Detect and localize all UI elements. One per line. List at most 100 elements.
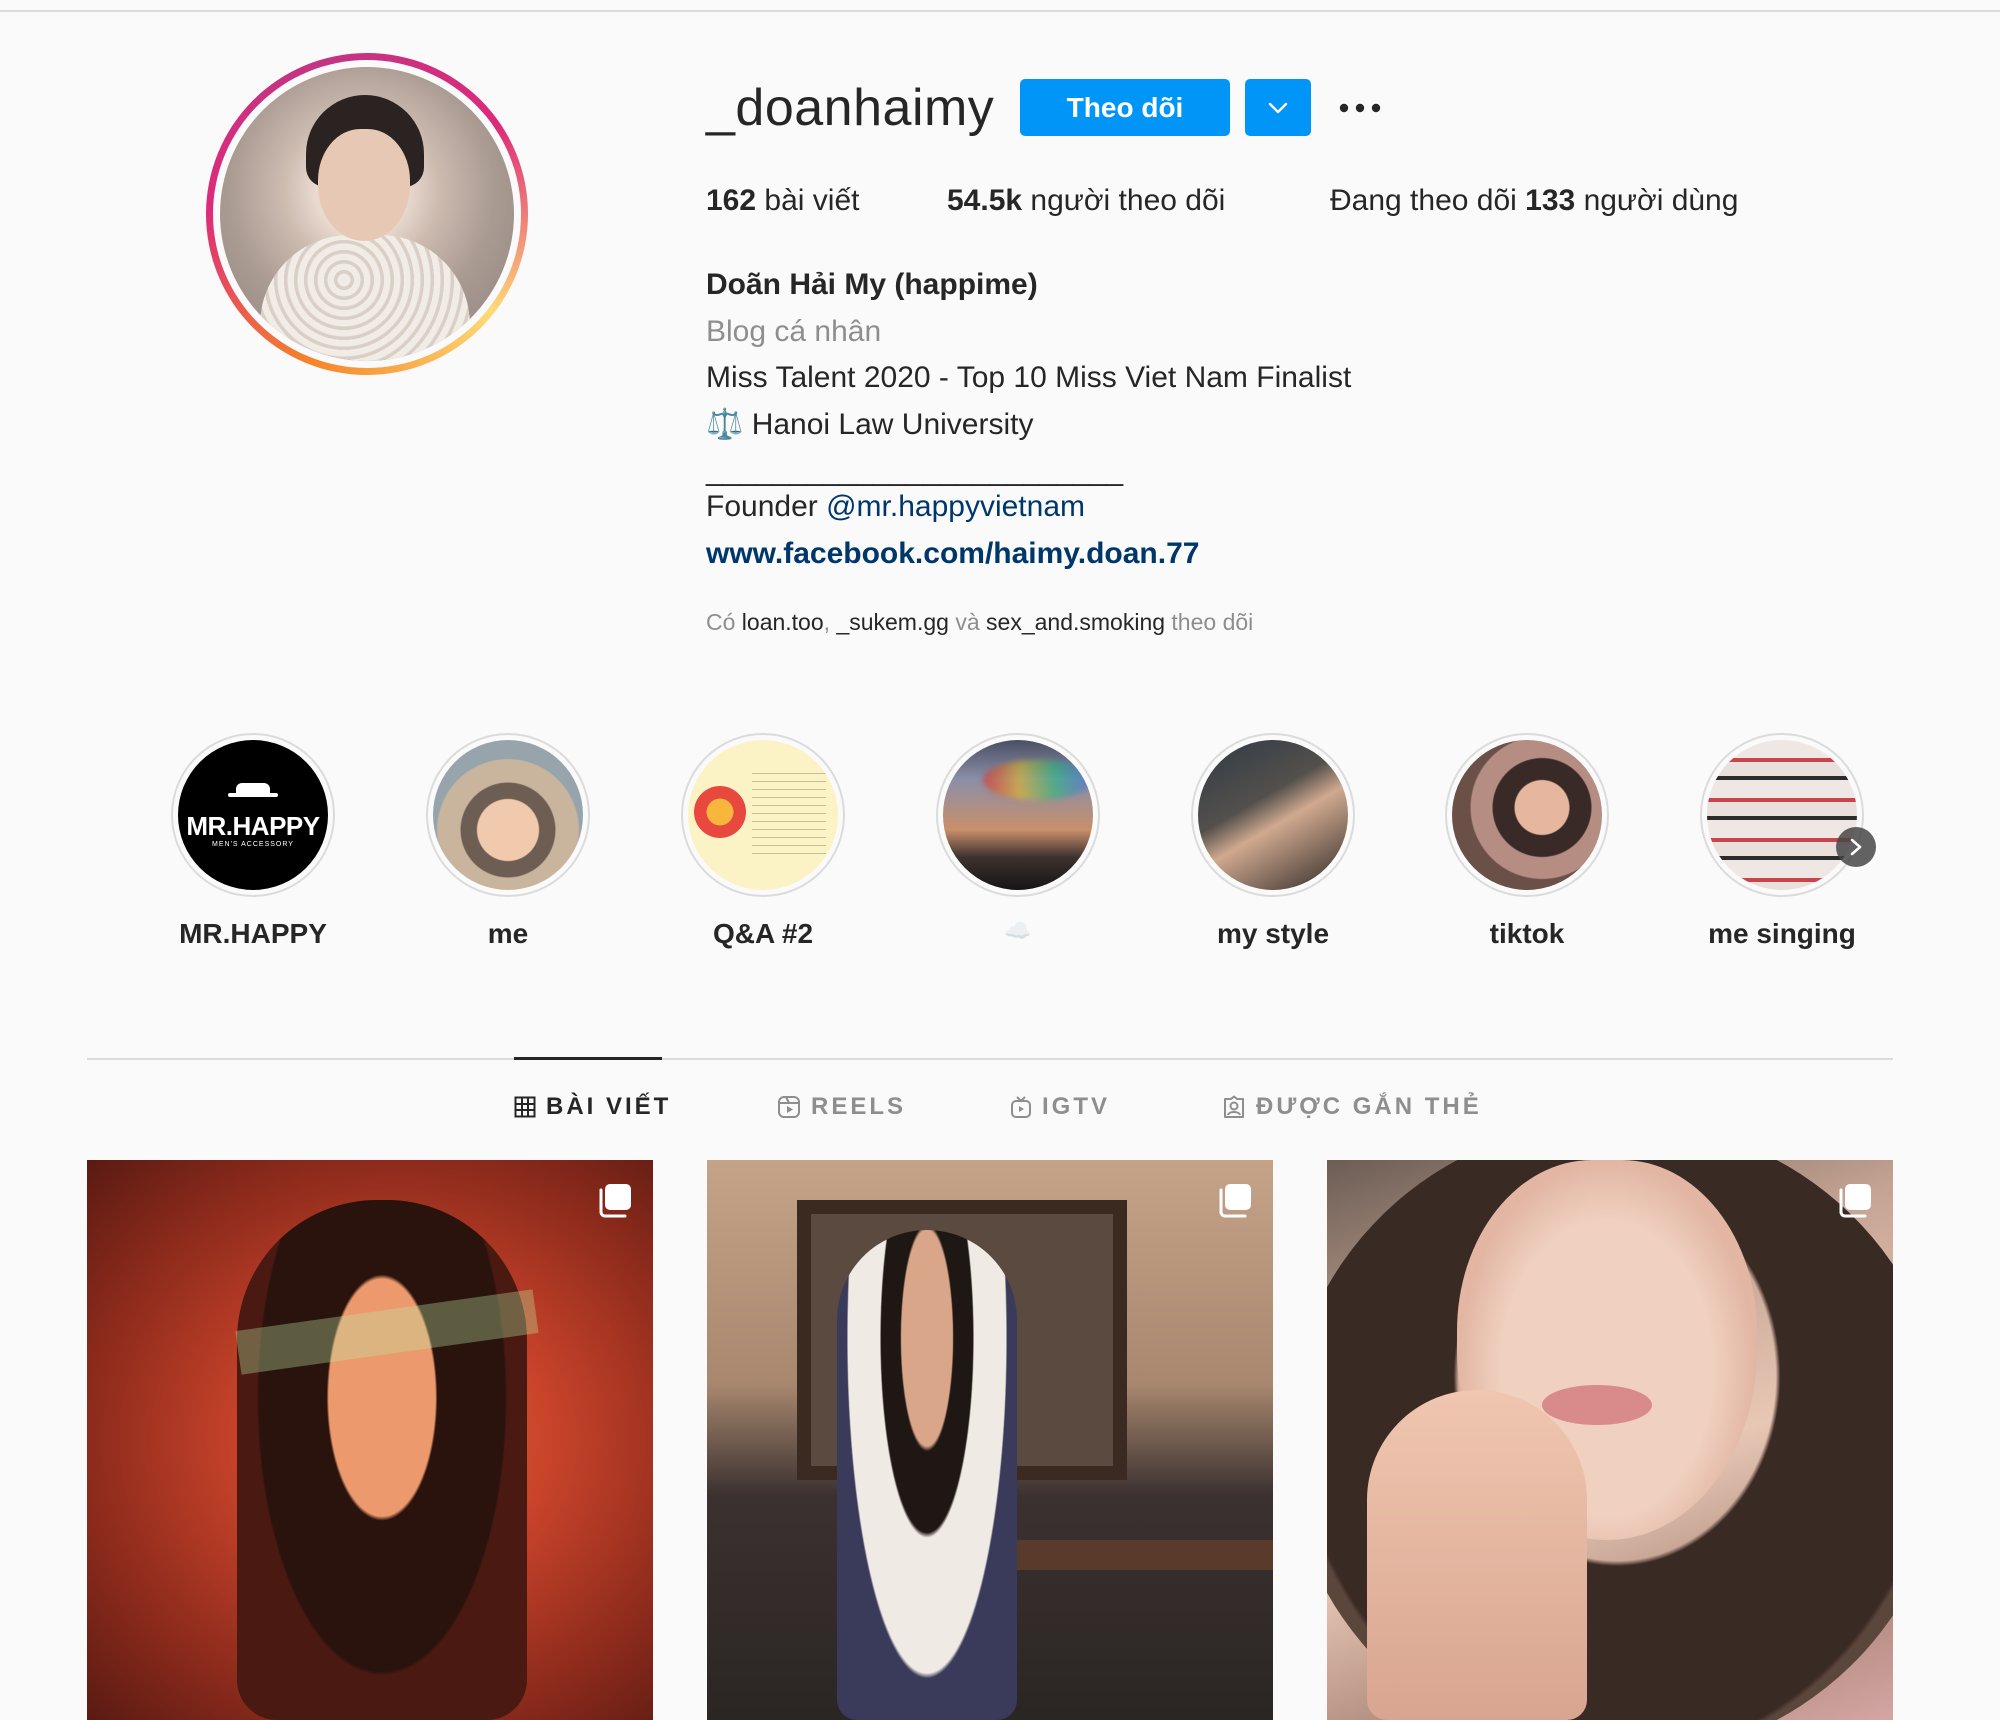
hat-icon [228,782,278,797]
highlight-cover [433,740,583,890]
bio-line-1: Miss Talent 2020 - Top 10 Miss Viet Nam … [706,361,1352,394]
highlight-label: me [487,918,529,949]
multiple-photos-icon [599,1184,631,1218]
founder-mention-link[interactable]: @mr.happyvietnam [826,490,1085,523]
followers-count-link[interactable]: 54.5k người theo dõi [947,184,1330,218]
tab-posts[interactable]: BÀI VIẾT [514,1093,671,1121]
highlight-label: ☁️ [1004,918,1032,943]
following-count-value: 133 [1525,184,1576,217]
post-photo-figure [837,1230,1017,1720]
suggested-accounts-dropdown-button[interactable] [1245,79,1311,136]
tab-reels[interactable]: REELS [777,1093,906,1121]
bio-founder-line: Founder @mr.happyvietnam [706,484,1351,531]
highlight-ring [936,733,1100,897]
tab-posts-label: BÀI VIẾT [546,1093,672,1120]
highlight-cover [688,740,838,890]
highlight-label: MR.HAPPY [179,918,327,949]
tab-tagged-label: ĐƯỢC GẮN THẺ [1256,1093,1482,1120]
highlight-mr-happy[interactable]: MR.HAPPY MEN'S ACCESSORY MR.HAPPY [168,733,338,952]
posts-count-label: bài viết [764,184,860,217]
highlight-cover [1707,740,1857,890]
followed-by-separator: , [823,609,831,635]
post-photo-figure [237,1200,527,1720]
highlight-ring [1700,733,1864,897]
posts-count: 162 bài viết [706,184,947,218]
top-divider [0,10,2000,12]
tab-tagged[interactable]: ĐƯỢC GẮN THẺ [1222,1093,1482,1121]
avatar-dress [260,235,470,361]
igtv-icon [1011,1096,1031,1118]
highlight-my-style[interactable]: my style [1188,733,1358,952]
note-text-block [752,766,826,856]
followers-count-value: 54.5k [947,184,1023,217]
profile-username: _doanhaimy [706,79,995,137]
brand-logo-subtitle: MEN'S ACCESSORY [212,840,294,848]
bio-line-2: ⚖️ Hanoi Law University [706,407,1034,441]
highlight-me[interactable]: me [423,733,593,952]
followed-by-prefix: Có [706,609,736,635]
flower-icon [694,786,746,838]
profile-bio: Doãn Hải My (happime) Blog cá nhân Miss … [706,262,1351,577]
highlight-ring: MR.HAPPY MEN'S ACCESSORY [171,733,335,897]
highlight-label: Q&A #2 [712,918,814,949]
tab-igtv-label: IGTV [1042,1093,1111,1120]
tab-reels-label: REELS [811,1093,907,1120]
tabs-divider [87,1058,1893,1060]
follow-button[interactable]: Theo dõi [1020,79,1230,136]
profile-avatar[interactable] [206,53,528,375]
active-tab-indicator [514,1057,662,1060]
followers-count-label: người theo dõi [1030,184,1226,217]
highlight-label: my style [1216,918,1330,949]
followed-by-account-1: loan.too [741,609,824,635]
highlight-tiktok[interactable]: tiktok [1442,733,1612,952]
highlight-cover: MR.HAPPY MEN'S ACCESSORY [178,740,328,890]
profile-stats: 162 bài viết 54.5k người theo dõi Đang t… [706,184,1738,218]
post-photo-hand [1367,1390,1587,1720]
highlights-next-button[interactable] [1836,827,1876,867]
multiple-photos-icon [1839,1184,1871,1218]
highlight-label: tiktok [1489,918,1565,949]
profile-full-name: Doãn Hải My (happime) [706,268,1038,301]
chevron-down-icon [1268,102,1288,113]
post-photo-lips [1542,1385,1652,1425]
followed-by-line[interactable]: Có loan.too, _sukem.gg và sex_and.smokin… [706,609,1253,636]
grid-icon [514,1096,536,1118]
bio-separator: _________________________ [706,454,1124,487]
highlight-cover [943,740,1093,890]
post-tile[interactable] [707,1160,1273,1720]
followed-by-account-2: _sukem.gg [836,609,949,635]
multiple-photos-icon [1219,1184,1251,1218]
highlight-qa-2[interactable]: Q&A #2 [678,733,848,952]
highlight-cloud[interactable]: ☁️ [933,733,1103,952]
highlight-cover [1452,740,1602,890]
tagged-icon [1224,1095,1244,1118]
highlight-label: me singing [1708,918,1856,949]
brand-logo-text: MR.HAPPY [186,810,320,841]
highlight-ring [681,733,845,897]
founder-prefix: Founder [706,490,818,523]
following-count-link[interactable]: Đang theo dõi 133 người dùng [1330,184,1738,218]
more-options-button[interactable] [1336,92,1384,124]
highlight-ring [1445,733,1609,897]
post-tile[interactable] [87,1160,653,1720]
website-link[interactable]: www.facebook.com/haimy.doan.77 [706,537,1199,570]
following-suffix: người dùng [1583,184,1739,217]
posts-count-value: 162 [706,184,757,217]
chevron-right-icon [1850,838,1862,856]
avatar-photo [220,67,514,361]
highlight-ring [1191,733,1355,897]
more-dots-icon [1339,103,1381,113]
tab-igtv[interactable]: IGTV [1010,1093,1110,1121]
avatar-face [318,129,410,241]
highlight-cover [1198,740,1348,890]
rainbow-shape [983,760,1093,800]
profile-category: Blog cá nhân [706,314,882,348]
following-prefix: Đang theo dõi [1330,184,1517,217]
followed-by-suffix: theo dõi [1171,609,1254,635]
highlight-ring [426,733,590,897]
avatar-gap [213,60,521,368]
post-tile[interactable] [1327,1160,1893,1720]
followed-by-account-3: sex_and.smoking [986,609,1166,635]
reels-icon [778,1096,800,1118]
followed-by-and: và [955,609,980,635]
